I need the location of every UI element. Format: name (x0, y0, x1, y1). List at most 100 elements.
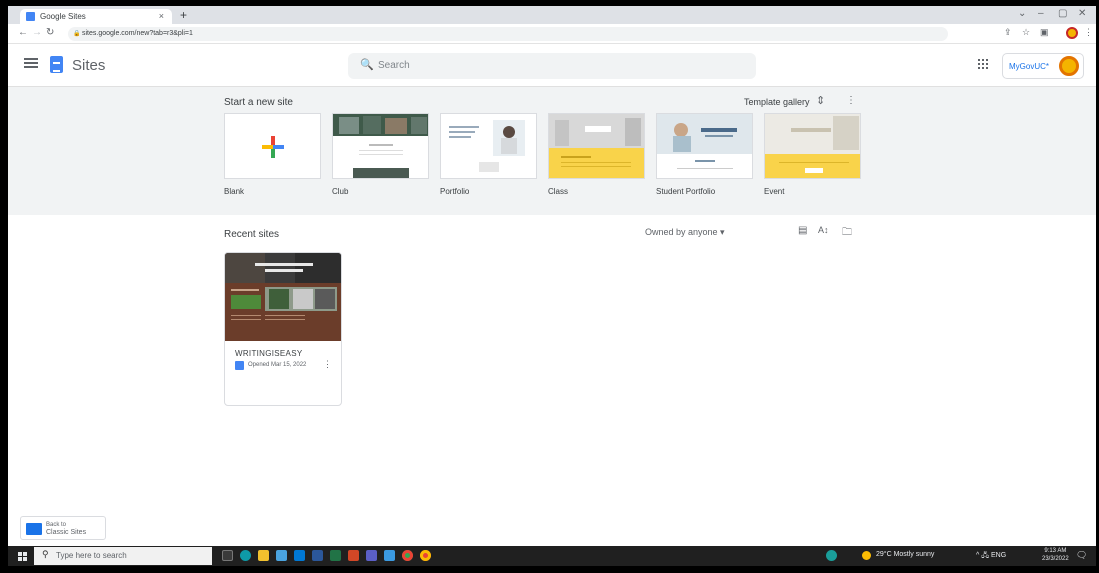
screen: Google Sites × + ⌄ – ▢ ✕ ← → ↻ 🔒 sites.g… (8, 6, 1096, 566)
sort-az-icon[interactable]: A↕ (818, 225, 829, 235)
powerpoint-icon[interactable] (348, 550, 359, 561)
template-club[interactable]: Club (332, 113, 429, 203)
unfold-icon[interactable]: ⇕ (816, 94, 825, 107)
store-icon[interactable] (276, 550, 287, 561)
excel-icon[interactable] (330, 550, 341, 561)
reload-icon[interactable]: ↻ (46, 27, 54, 38)
sites-header: Sites 🔍 Search MyGovUC* (8, 45, 1096, 87)
lock-icon: 🔒 (73, 31, 81, 37)
class-preview-image (549, 114, 644, 178)
weather-text[interactable]: 29°C Mostly sunny (876, 551, 934, 558)
template-student-portfolio[interactable]: Student Portfolio (656, 113, 753, 203)
word-icon[interactable] (312, 550, 323, 561)
template-name: Blank (224, 187, 245, 196)
template-blank[interactable]: Blank (224, 113, 321, 203)
template-thumbnail[interactable] (224, 113, 321, 179)
close-window-button[interactable]: ✕ (1078, 8, 1086, 19)
extensions-icon[interactable]: ▣ (1040, 27, 1049, 38)
template-name: Student Portfolio (656, 187, 716, 196)
status-app-icon[interactable] (826, 550, 837, 561)
template-name: Class (548, 187, 569, 196)
account-label: MyGovUC* (1009, 62, 1050, 71)
folder-icon[interactable]: 🗀 (842, 225, 852, 242)
event-preview-image (765, 114, 860, 178)
template-thumbnail[interactable] (764, 113, 861, 179)
template-thumbnail[interactable] (656, 113, 753, 179)
sites-logo-icon[interactable] (50, 56, 63, 73)
template-portfolio[interactable]: Portfolio (440, 113, 537, 203)
main-menu-icon[interactable] (24, 58, 38, 68)
notifications-icon[interactable]: 🗨 (1076, 550, 1087, 561)
back-to-classic-sites-button[interactable]: Back to Classic Sites (20, 516, 106, 540)
profile-avatar-icon[interactable] (1066, 27, 1078, 39)
template-name: Event (764, 187, 785, 196)
classic-line1: Back to (46, 522, 67, 528)
task-view-icon[interactable] (222, 550, 233, 561)
clock-time: 9:13 AM (1044, 548, 1067, 554)
classic-line2: Classic Sites (46, 529, 87, 536)
tab-title: Google Sites (40, 12, 86, 21)
template-name: Portfolio (440, 187, 470, 196)
owner-filter-dropdown[interactable]: Owned by anyone ▾ (645, 227, 725, 238)
site-preview-image (225, 253, 341, 320)
clock-date: 23/3/2022 (1042, 556, 1069, 562)
sites-doc-icon (235, 361, 244, 370)
template-thumbnail[interactable] (440, 113, 537, 179)
browser-tab-strip: Google Sites × + ⌄ – ▢ ✕ (8, 6, 1096, 24)
tab-search-icon[interactable]: ⌄ (1018, 8, 1026, 19)
chrome-icon[interactable] (402, 550, 413, 561)
template-name: Club (332, 187, 349, 196)
site-title[interactable]: WRITINGISEASY (235, 349, 302, 358)
club-preview-image (333, 114, 428, 178)
browser-tab[interactable]: Google Sites × (20, 9, 172, 24)
teams-icon[interactable] (366, 550, 377, 561)
chrome-profile-icon[interactable] (420, 550, 431, 561)
site-more-options-icon[interactable]: ⋮ (323, 359, 332, 370)
google-apps-icon[interactable] (978, 59, 988, 69)
search-icon[interactable]: 🔍 (360, 58, 374, 71)
plus-icon (262, 136, 284, 158)
browser-menu-icon[interactable]: ⋮ (1084, 27, 1093, 38)
list-view-icon[interactable]: ▤ (798, 225, 807, 236)
new-tab-button[interactable]: + (180, 8, 187, 22)
start-new-site-heading: Start a new site (224, 97, 293, 108)
account-avatar (1059, 56, 1079, 76)
taskbar-search-input[interactable]: ⚲ Type here to search (34, 547, 212, 565)
back-icon[interactable]: ← (18, 27, 28, 38)
address-bar: ← → ↻ 🔒 sites.google.com/new?tab=r3&pli=… (8, 24, 1096, 44)
system-tray[interactable]: ^ 🖧 ENG (976, 551, 1006, 562)
forward-icon[interactable]: → (32, 27, 42, 38)
photos-icon[interactable] (384, 550, 395, 561)
bookmark-star-icon[interactable]: ☆ (1022, 27, 1030, 38)
classic-sites-icon (26, 523, 42, 535)
restore-button[interactable]: ▢ (1058, 8, 1067, 19)
mail-icon[interactable] (294, 550, 305, 561)
url-text: sites.google.com/new?tab=r3&pli=1 (82, 30, 193, 37)
search-icon: ⚲ (42, 549, 49, 559)
edge-icon[interactable] (240, 550, 251, 561)
minimize-button[interactable]: – (1038, 8, 1044, 19)
student-portfolio-preview-image (657, 114, 752, 178)
taskbar-clock[interactable]: 9:13 AM 23/3/2022 (1042, 547, 1069, 563)
template-class[interactable]: Class (548, 113, 645, 203)
template-event[interactable]: Event (764, 113, 861, 203)
template-gallery-section: Start a new site Template gallery ⇕ ⋮ Bl… (8, 87, 1096, 215)
template-thumbnail[interactable] (548, 113, 645, 179)
file-explorer-icon[interactable] (258, 550, 269, 561)
close-tab-icon[interactable]: × (159, 11, 164, 21)
template-thumbnail[interactable] (332, 113, 429, 179)
site-thumbnail[interactable] (225, 253, 341, 341)
recent-sites-heading: Recent sites (224, 229, 280, 240)
search-input[interactable]: 🔍 Search (348, 53, 756, 79)
share-icon[interactable]: ⇪ (1004, 27, 1012, 38)
app-title[interactable]: Sites (72, 57, 105, 74)
sites-favicon-icon (26, 12, 35, 21)
search-placeholder: Search (378, 60, 410, 71)
more-options-icon[interactable]: ⋮ (846, 95, 856, 106)
account-button[interactable]: MyGovUC* (1002, 53, 1084, 79)
url-field[interactable]: 🔒 sites.google.com/new?tab=r3&pli=1 (68, 27, 948, 41)
sunny-weather-icon[interactable] (862, 551, 871, 560)
site-card[interactable]: WRITINGISEASY Opened Mar 15, 2022 ⋮ (224, 252, 342, 406)
template-gallery-button[interactable]: Template gallery (744, 97, 810, 107)
windows-start-icon[interactable] (18, 552, 27, 561)
